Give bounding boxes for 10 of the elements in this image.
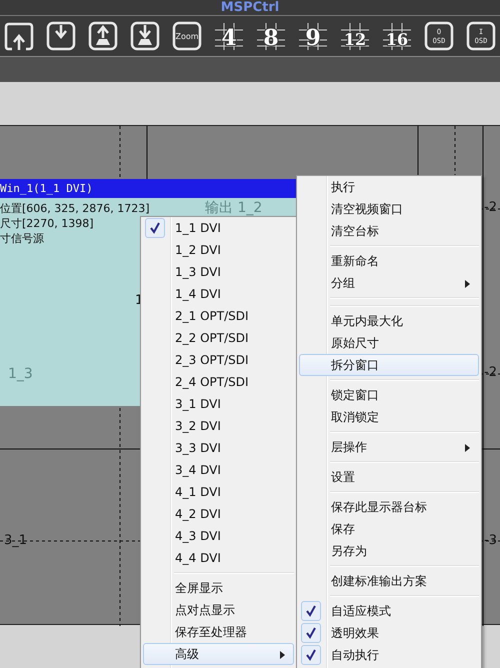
output-label: 1_3 bbox=[8, 366, 33, 382]
output-label: -2 bbox=[484, 200, 497, 215]
video-window-title: Win_1(1_1 DVI) bbox=[0, 179, 296, 198]
window-info-text: 寸信号源 bbox=[0, 231, 44, 246]
output-label: 3_1 bbox=[4, 533, 28, 548]
window-info-text: 位置[606, 325, 2876, 1723] bbox=[0, 201, 150, 216]
window-title: MSPCtrl bbox=[220, 0, 280, 15]
window-info-text: 尺寸[2270, 1398] bbox=[0, 216, 94, 231]
output-label: -2 bbox=[484, 365, 497, 380]
output-label: 输出 1_2 bbox=[205, 199, 262, 217]
